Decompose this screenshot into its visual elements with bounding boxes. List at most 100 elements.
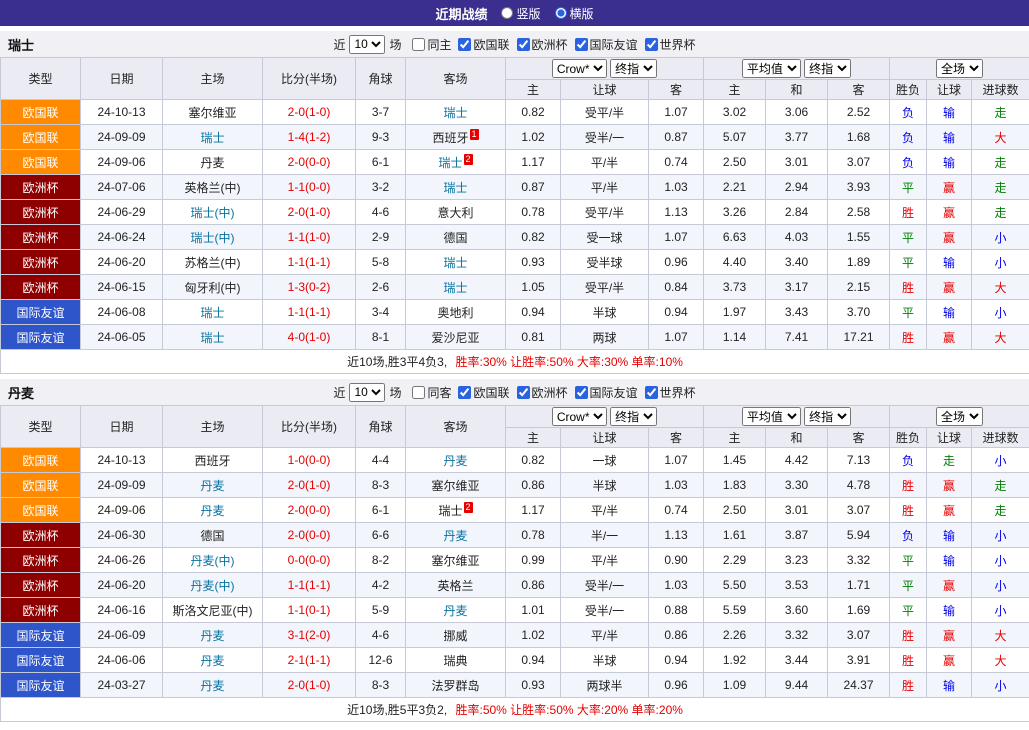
- scope-select[interactable]: 全场: [936, 59, 983, 78]
- team-link[interactable]: 瑞士: [200, 306, 224, 320]
- team-link[interactable]: 塞尔维亚: [431, 554, 479, 568]
- team-link[interactable]: 瑞士(中): [191, 231, 235, 245]
- filter-checkbox[interactable]: 欧洲杯: [517, 384, 568, 401]
- team-link[interactable]: 丹麦: [443, 529, 467, 543]
- home-team[interactable]: 丹麦: [163, 648, 263, 673]
- home-team[interactable]: 丹麦: [163, 673, 263, 698]
- filter-checkbox[interactable]: 国际友谊: [575, 384, 638, 401]
- away-team[interactable]: 塞尔维亚: [406, 473, 506, 498]
- filter-checkbox-input[interactable]: [458, 38, 471, 51]
- score[interactable]: 1-1(0-0): [263, 175, 356, 200]
- away-team[interactable]: 塞尔维亚: [406, 548, 506, 573]
- home-team[interactable]: 丹麦: [163, 150, 263, 175]
- home-team[interactable]: 德国: [163, 523, 263, 548]
- filter-checkbox[interactable]: 欧国联: [458, 36, 509, 53]
- team-link[interactable]: 丹麦(中): [191, 579, 235, 593]
- team-link[interactable]: 塞尔维亚: [431, 479, 479, 493]
- score[interactable]: 2-0(1-0): [263, 100, 356, 125]
- filter-checkbox[interactable]: 国际友谊: [575, 36, 638, 53]
- away-team[interactable]: 奥地利: [406, 300, 506, 325]
- away-team[interactable]: 瑞典: [406, 648, 506, 673]
- team-link[interactable]: 德国: [443, 231, 467, 245]
- score[interactable]: 1-1(1-0): [263, 225, 356, 250]
- team-link[interactable]: 瑞士: [438, 156, 462, 170]
- away-team[interactable]: 瑞士: [406, 175, 506, 200]
- team-link[interactable]: 爱沙尼亚: [431, 331, 479, 345]
- home-team[interactable]: 丹麦: [163, 498, 263, 523]
- layout-option-horizontal[interactable]: 横版: [555, 5, 594, 22]
- team-link[interactable]: 丹麦: [200, 629, 224, 643]
- bookmaker-select[interactable]: Crow*: [552, 407, 607, 426]
- bookmaker-select[interactable]: Crow*: [552, 59, 607, 78]
- team-link[interactable]: 丹麦(中): [191, 554, 235, 568]
- team-link[interactable]: 瑞士(中): [191, 206, 235, 220]
- layout-option-vertical[interactable]: 竖版: [501, 5, 540, 22]
- match-count-select[interactable]: 10: [349, 383, 385, 402]
- team-link[interactable]: 匈牙利(中): [185, 281, 241, 295]
- score[interactable]: 1-0(0-0): [263, 448, 356, 473]
- team-link[interactable]: 瑞士: [200, 331, 224, 345]
- away-team[interactable]: 丹麦: [406, 448, 506, 473]
- score[interactable]: 2-0(0-0): [263, 150, 356, 175]
- team-link[interactable]: 丹麦: [443, 454, 467, 468]
- team-link[interactable]: 丹麦: [200, 679, 224, 693]
- filter-checkbox-input[interactable]: [412, 386, 425, 399]
- team-link[interactable]: 西班牙: [432, 131, 468, 145]
- home-team[interactable]: 匈牙利(中): [163, 275, 263, 300]
- home-team[interactable]: 瑞士: [163, 300, 263, 325]
- team-link[interactable]: 瑞士: [200, 131, 224, 145]
- team-link[interactable]: 丹麦: [200, 156, 224, 170]
- away-team[interactable]: 瑞士: [406, 100, 506, 125]
- score[interactable]: 1-1(0-1): [263, 598, 356, 623]
- home-team[interactable]: 瑞士: [163, 325, 263, 350]
- filter-checkbox-input[interactable]: [575, 38, 588, 51]
- away-team[interactable]: 瑞士2: [406, 150, 506, 175]
- away-team[interactable]: 德国: [406, 225, 506, 250]
- score[interactable]: 1-4(1-2): [263, 125, 356, 150]
- team-link[interactable]: 奥地利: [437, 306, 473, 320]
- score[interactable]: 2-0(0-0): [263, 498, 356, 523]
- home-team[interactable]: 丹麦: [163, 473, 263, 498]
- team-link[interactable]: 丹麦: [200, 504, 224, 518]
- team-link[interactable]: 丹麦: [443, 604, 467, 618]
- away-team[interactable]: 瑞士2: [406, 498, 506, 523]
- team-link[interactable]: 英格兰(中): [185, 181, 241, 195]
- away-team[interactable]: 西班牙1: [406, 125, 506, 150]
- score[interactable]: 0-0(0-0): [263, 548, 356, 573]
- team-link[interactable]: 塞尔维亚: [188, 106, 236, 120]
- team-link[interactable]: 法罗群岛: [431, 679, 479, 693]
- home-team[interactable]: 斯洛文尼亚(中): [163, 598, 263, 623]
- filter-checkbox-input[interactable]: [575, 386, 588, 399]
- horizontal-layout-radio[interactable]: [555, 7, 567, 19]
- away-team[interactable]: 法罗群岛: [406, 673, 506, 698]
- avg-select[interactable]: 平均值: [742, 59, 801, 78]
- match-count-select[interactable]: 10: [349, 35, 385, 54]
- team-link[interactable]: 瑞士: [443, 181, 467, 195]
- home-team[interactable]: 瑞士(中): [163, 225, 263, 250]
- filter-checkbox[interactable]: 欧国联: [458, 384, 509, 401]
- filter-checkbox[interactable]: 世界杯: [645, 384, 696, 401]
- team-link[interactable]: 瑞士: [443, 106, 467, 120]
- score[interactable]: 2-0(1-0): [263, 673, 356, 698]
- team-link[interactable]: 挪威: [443, 629, 467, 643]
- odds-stage-select[interactable]: 终指: [610, 59, 657, 78]
- home-team[interactable]: 丹麦(中): [163, 548, 263, 573]
- home-team[interactable]: 西班牙: [163, 448, 263, 473]
- home-team[interactable]: 塞尔维亚: [163, 100, 263, 125]
- home-team[interactable]: 瑞士: [163, 125, 263, 150]
- filter-checkbox-input[interactable]: [645, 38, 658, 51]
- filter-checkbox-input[interactable]: [517, 38, 530, 51]
- odds-stage-select[interactable]: 终指: [610, 407, 657, 426]
- filter-checkbox[interactable]: 欧洲杯: [517, 36, 568, 53]
- away-team[interactable]: 丹麦: [406, 523, 506, 548]
- team-link[interactable]: 斯洛文尼亚(中): [173, 604, 253, 618]
- home-team[interactable]: 苏格兰(中): [163, 250, 263, 275]
- score[interactable]: 2-0(0-0): [263, 523, 356, 548]
- filter-checkbox-input[interactable]: [412, 38, 425, 51]
- avg-stage-select[interactable]: 终指: [804, 59, 851, 78]
- team-link[interactable]: 英格兰: [437, 579, 473, 593]
- away-team[interactable]: 瑞士: [406, 275, 506, 300]
- team-link[interactable]: 苏格兰(中): [185, 256, 241, 270]
- away-team[interactable]: 丹麦: [406, 598, 506, 623]
- home-team[interactable]: 瑞士(中): [163, 200, 263, 225]
